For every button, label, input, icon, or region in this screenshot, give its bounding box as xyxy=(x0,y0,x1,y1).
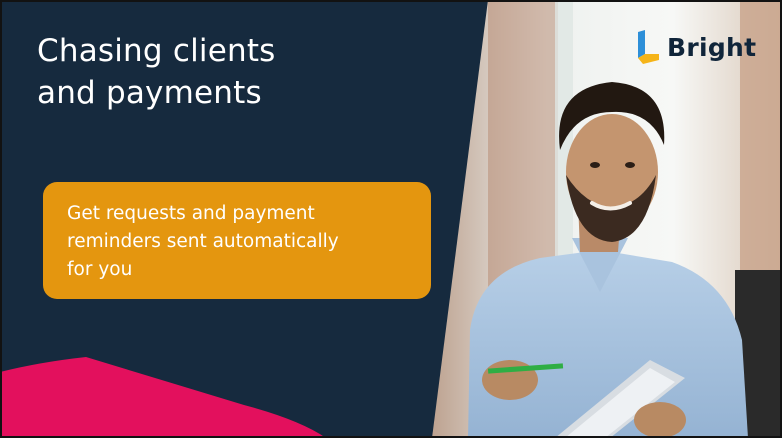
callout-text: Get requests and payment reminders sent … xyxy=(67,200,409,284)
presentation-slide: Chasing clients and payments Get request… xyxy=(0,0,782,438)
callout-line-2: reminders sent automatically xyxy=(67,231,339,252)
bright-logo: Bright xyxy=(635,30,756,64)
bright-logo-text: Bright xyxy=(667,32,757,62)
callout-box: Get requests and payment reminders sent … xyxy=(43,182,431,299)
headline-line-2: and payments xyxy=(37,75,262,111)
bright-logo-icon xyxy=(638,30,659,64)
callout-line-3: for you xyxy=(67,259,133,280)
callout-line-1: Get requests and payment xyxy=(67,203,315,224)
headline-line-1: Chasing clients xyxy=(37,33,276,69)
slide-headline: Chasing clients and payments xyxy=(37,30,417,114)
